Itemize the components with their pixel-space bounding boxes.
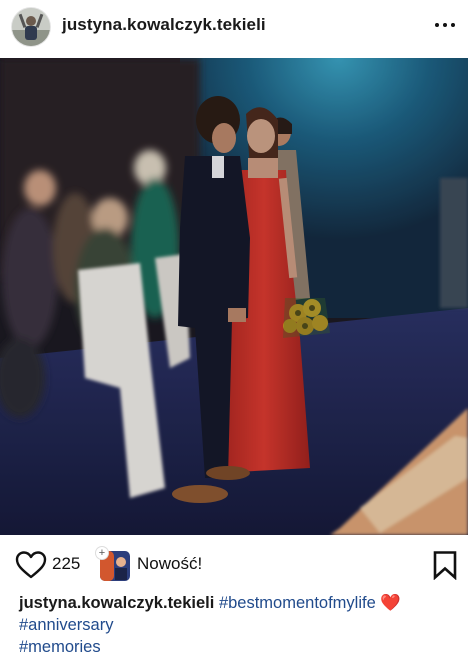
bookmark-outline-icon[interactable] xyxy=(432,550,458,580)
collab-thumbnail[interactable]: + xyxy=(96,547,132,582)
post-caption: justyna.kowalczyk.tekieli #bestmomentofm… xyxy=(19,592,459,658)
like-count[interactable]: 225 xyxy=(52,554,80,574)
heart-outline-icon[interactable] xyxy=(15,550,47,580)
caption-username[interactable]: justyna.kowalczyk.tekieli xyxy=(19,594,214,612)
hashtag-link[interactable]: #anniversary xyxy=(19,616,113,634)
post-header: justyna.kowalczyk.tekieli xyxy=(0,0,468,56)
avatar[interactable] xyxy=(12,8,50,46)
plus-icon: + xyxy=(96,547,108,559)
post-photo[interactable] xyxy=(0,58,468,535)
hashtag-link[interactable]: #memories xyxy=(19,638,101,656)
post-username[interactable]: justyna.kowalczyk.tekieli xyxy=(62,15,266,35)
heart-emoji: ❤️ xyxy=(380,594,401,612)
more-horizontal-icon[interactable] xyxy=(430,12,460,38)
post-actions: 225 + Nowość! xyxy=(0,540,468,590)
hashtag-link[interactable]: #bestmomentofmylife xyxy=(219,594,376,612)
collab-label[interactable]: Nowość! xyxy=(137,554,202,574)
